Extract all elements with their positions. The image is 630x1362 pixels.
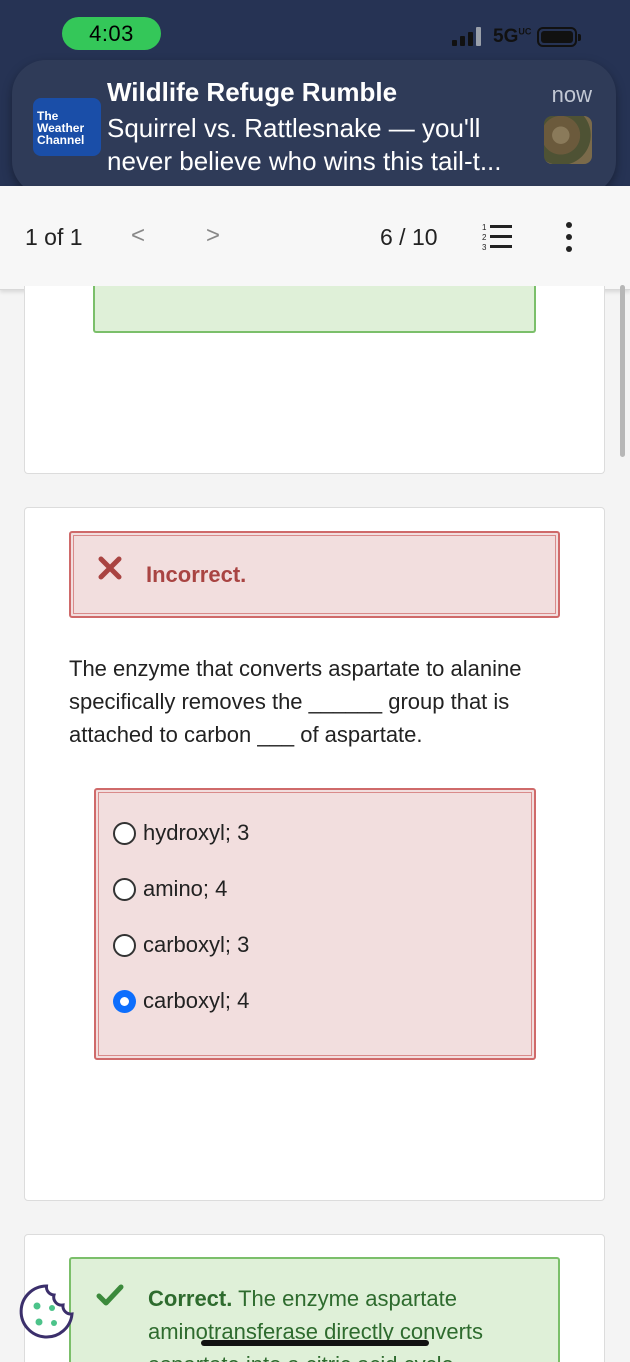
option-amino-4[interactable]: amino; 4	[113, 876, 227, 902]
status-bar: 4:03 5GUC	[0, 0, 630, 62]
previous-button[interactable]: <	[131, 222, 145, 250]
weather-channel-logo: The Weather Channel	[33, 98, 101, 156]
radio-button[interactable]	[113, 933, 136, 957]
checkmark-icon	[96, 1284, 124, 1306]
correct-feedback-box-previous	[93, 286, 536, 333]
next-button[interactable]: >	[206, 222, 220, 250]
incorrect-feedback-box	[69, 531, 560, 618]
match-count: 1 of 1	[25, 224, 83, 250]
radio-button[interactable]	[113, 821, 136, 845]
question-text: The enzyme that converts aspartate to al…	[69, 656, 522, 747]
notification-title: Wildlife Refuge Rumble	[107, 77, 398, 107]
option-hydroxyl-3[interactable]: hydroxyl; 3	[113, 820, 249, 846]
push-notification[interactable]: The Weather Channel Wildlife Refuge Rumb…	[12, 60, 616, 195]
incorrect-label: Incorrect.	[146, 562, 247, 587]
numbered-list-icon[interactable]: 1 2 3	[482, 222, 514, 252]
scrollbar[interactable]	[620, 285, 625, 457]
svg-text:2: 2	[482, 233, 487, 242]
radio-button-selected[interactable]	[113, 989, 136, 1013]
reader-toolbar: 1 of 1 < > 6 / 10 1 2 3	[0, 186, 630, 290]
network-label: 5GUC	[493, 26, 532, 47]
correct-explanation: Correct. The enzyme aspartate aminotrans…	[148, 1286, 484, 1362]
status-time: 4:03	[62, 17, 161, 50]
battery-icon	[537, 27, 581, 47]
notification-body: Squirrel vs. Rattlesnake — you'll never …	[107, 113, 502, 176]
more-options-icon[interactable]	[565, 222, 573, 252]
page-indicator: 6 / 10	[380, 224, 438, 250]
signal-icon	[452, 26, 481, 46]
svg-text:3: 3	[482, 243, 487, 252]
svg-text:1: 1	[482, 223, 487, 232]
notification-thumbnail	[544, 116, 592, 164]
option-carboxyl-3[interactable]: carboxyl; 3	[113, 932, 249, 958]
home-indicator[interactable]	[201, 1340, 429, 1346]
cookie-settings-icon[interactable]	[17, 1282, 76, 1341]
notification-time: now	[551, 82, 592, 107]
radio-button[interactable]	[113, 877, 136, 901]
x-mark-icon	[98, 556, 122, 580]
option-carboxyl-4[interactable]: carboxyl; 4	[113, 988, 249, 1014]
